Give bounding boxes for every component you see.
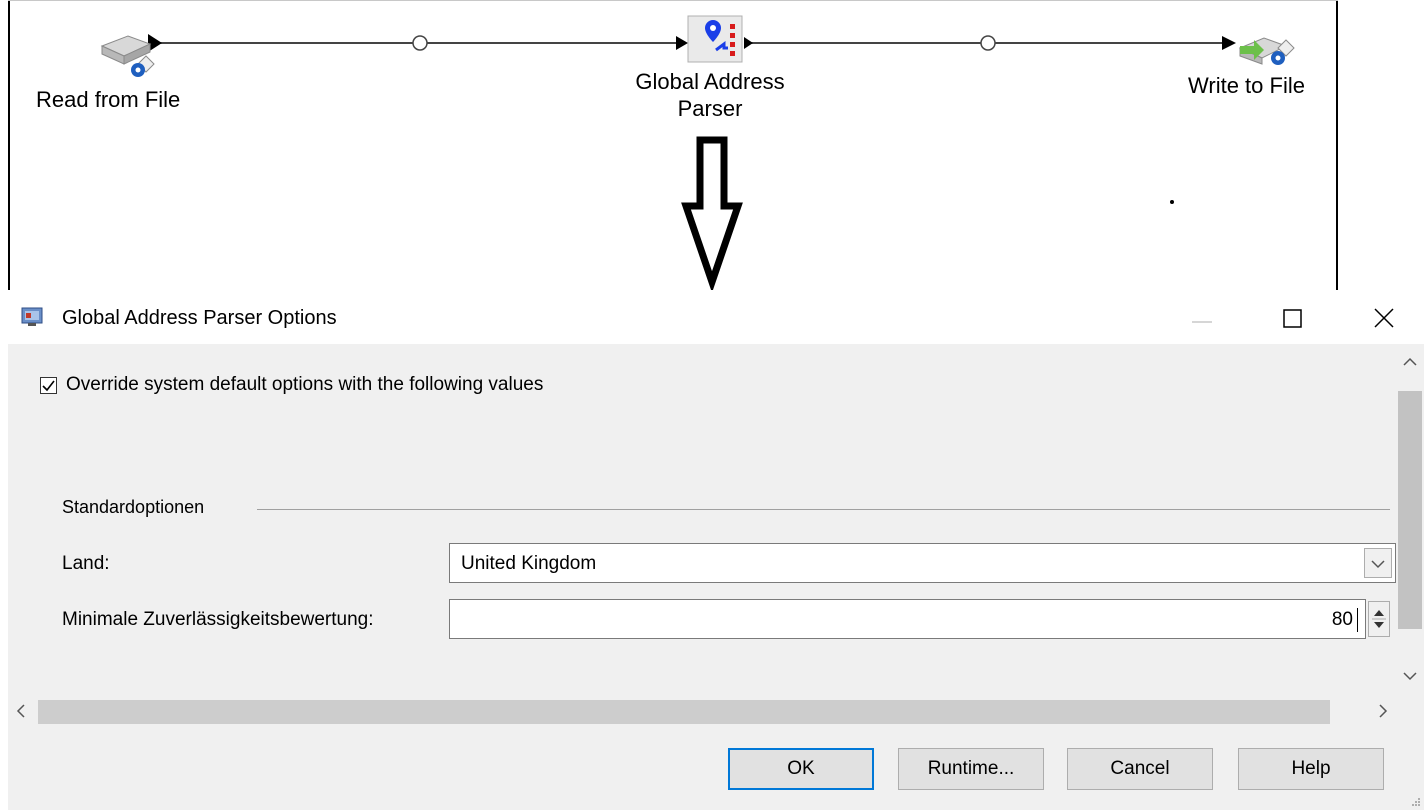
scroll-down-icon[interactable] <box>1396 662 1424 690</box>
parser-stage-label: Global Address Parser <box>610 68 810 122</box>
dialog-content: Override system default options with the… <box>8 344 1396 694</box>
chevron-down-icon <box>1371 560 1385 569</box>
score-label: Minimale Zuverlässigkeitsbewertung: <box>62 609 374 630</box>
file-writer-icon <box>1238 37 1295 65</box>
connector-midpoint-2 <box>980 35 996 51</box>
spinner-arrows-icon <box>1372 610 1386 628</box>
land-label: Land: <box>62 553 110 574</box>
score-spinner[interactable] <box>1368 601 1390 637</box>
address-parser-icon <box>687 15 743 63</box>
write-stage-label: Write to File <box>1188 73 1305 98</box>
score-value: 80 <box>1331 609 1353 630</box>
horizontal-scrollbar[interactable] <box>8 694 1396 728</box>
resize-grip-icon[interactable] <box>1410 796 1422 808</box>
maximize-icon <box>1283 309 1302 328</box>
parser-stage-label-line2: Parser <box>677 96 743 121</box>
minimize-icon <box>1192 321 1212 323</box>
flow-diagram <box>100 15 1295 290</box>
vertical-scrollbar[interactable] <box>1396 344 1424 694</box>
down-arrow-annotation <box>681 136 743 290</box>
group-divider <box>257 509 1390 510</box>
connector-midpoint-1 <box>412 35 428 51</box>
horizontal-scroll-thumb[interactable] <box>38 700 1330 724</box>
dialog-titlebar[interactable]: Global Address Parser Options <box>8 292 1424 344</box>
override-label[interactable]: Override system default options with the… <box>66 374 543 396</box>
cancel-button[interactable]: Cancel <box>1067 748 1213 790</box>
scrollbar-corner <box>1396 694 1424 728</box>
close-icon <box>1374 308 1394 328</box>
land-value: United Kingdom <box>461 553 597 574</box>
file-reader-icon <box>100 35 155 77</box>
scroll-up-icon[interactable] <box>1396 348 1424 376</box>
text-caret <box>1357 608 1358 632</box>
checkmark-icon <box>42 380 55 392</box>
score-input[interactable]: 80 <box>449 599 1366 639</box>
options-dialog: Global Address Parser Options Override s… <box>8 292 1424 810</box>
minimize-button[interactable] <box>1182 298 1222 338</box>
scroll-right-icon[interactable] <box>1368 694 1396 728</box>
land-select[interactable]: United Kingdom <box>449 543 1396 583</box>
parser-output-port <box>744 37 753 49</box>
flow-canvas[interactable]: Read from File Global Address Parser Wri… <box>0 0 1424 290</box>
close-button[interactable] <box>1364 298 1404 338</box>
scroll-left-icon[interactable] <box>8 694 36 728</box>
override-checkbox[interactable] <box>40 377 57 394</box>
dialog-title: Global Address Parser Options <box>62 307 337 329</box>
vertical-scroll-thumb[interactable] <box>1398 391 1422 629</box>
group-title: Standardoptionen <box>62 497 205 517</box>
write-input-arrow <box>1222 36 1236 50</box>
parser-stage-label-line1: Global Address <box>635 69 785 94</box>
land-dropdown-button[interactable] <box>1364 548 1392 578</box>
canvas-dot <box>1170 200 1174 204</box>
application-icon <box>21 307 43 326</box>
parser-input-arrow <box>676 36 688 50</box>
runtime-button[interactable]: Runtime... <box>898 748 1044 790</box>
help-button[interactable]: Help <box>1238 748 1384 790</box>
read-stage-label: Read from File <box>36 87 181 112</box>
ok-button[interactable]: OK <box>728 748 874 790</box>
maximize-button[interactable] <box>1272 298 1312 338</box>
